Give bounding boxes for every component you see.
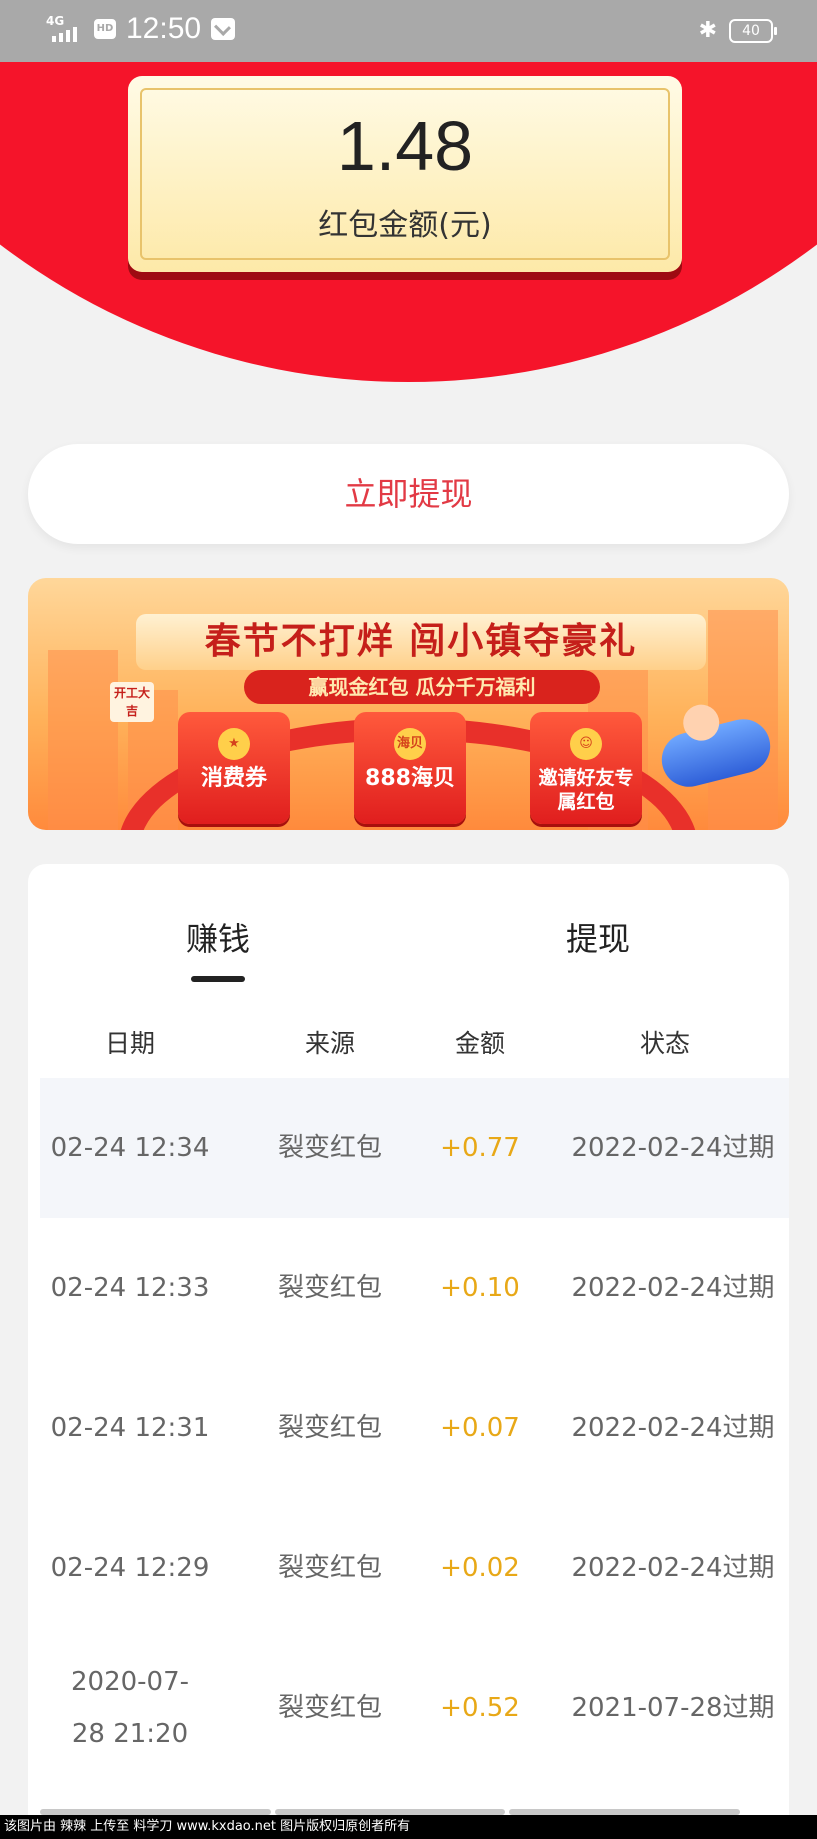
haibei-icon: 海贝 <box>394 728 426 760</box>
table-row: 02-24 12:31 裂变红包 +0.07 2022-02-24过期 <box>40 1358 789 1498</box>
watermark-text: 该图片由 辣辣 上传至 料学刀 www.kxdao.net 图片版权归原创者所有 <box>0 1815 817 1839</box>
envelope-label: 邀请好友专属红包 <box>538 767 634 813</box>
tab-withdraw[interactable]: 提现 <box>566 914 630 960</box>
table-row: 2020-07-28 21:20 裂变红包 +0.52 2021-07-28过期 <box>40 1638 789 1778</box>
row-source: 裂变红包 <box>277 1553 382 1583</box>
row-amount: +0.07 <box>440 1413 520 1443</box>
header-status: 状态 <box>639 1029 690 1058</box>
haibei-envelope[interactable]: 海贝 888海贝 <box>354 712 466 824</box>
table-row: 02-24 12:33 裂变红包 +0.10 2022-02-24过期 <box>40 1218 789 1358</box>
row-source: 裂变红包 <box>277 1133 382 1163</box>
header-area: 1.48 红包金额(元) <box>0 62 817 392</box>
row-amount: +0.02 <box>440 1553 520 1583</box>
row-status: 2022-02-24过期 <box>571 1273 775 1303</box>
table-row: 02-24 12:29 裂变红包 +0.02 2022-02-24过期 <box>40 1498 789 1638</box>
status-bar: 4G HD 12:50 ✱ 40 <box>0 0 817 62</box>
kaigong-badge: 开工大吉 <box>110 682 154 722</box>
banner-subtitle: 赢现金红包 瓜分千万福利 <box>244 670 600 704</box>
hd-icon: HD <box>94 19 116 39</box>
row-status: 2022-02-24过期 <box>571 1553 775 1583</box>
person-icon: ☺ <box>570 728 602 760</box>
row-status: 2022-02-24过期 <box>571 1413 775 1443</box>
records-card: 赚钱 提现 日期 来源 金额 状态 02-24 12:34 裂变红包 +0.77… <box>28 864 789 1839</box>
header-amount: 金额 <box>454 1029 505 1058</box>
building-decoration <box>48 650 118 830</box>
table-header: 日期 来源 金额 状态 <box>28 1014 789 1074</box>
tab-earn[interactable]: 赚钱 <box>186 914 250 960</box>
row-date: 02-24 12:33 <box>50 1273 210 1303</box>
balance-amount: 1.48 <box>336 107 474 185</box>
signal-icon: 4G <box>46 14 84 44</box>
row-status: 2022-02-24过期 <box>571 1133 775 1163</box>
promo-banner[interactable]: 春节不打烊 闯小镇夺豪礼 赢现金红包 瓜分千万福利 开工大吉 ★ 消费券 海贝 … <box>28 578 789 830</box>
row-source: 裂变红包 <box>277 1693 382 1723</box>
header-date: 日期 <box>104 1029 155 1058</box>
star-icon: ★ <box>218 728 250 760</box>
balance-label: 红包金额(元) <box>318 208 492 243</box>
row-status: 2021-07-28过期 <box>571 1693 775 1723</box>
header-source: 来源 <box>304 1029 355 1058</box>
active-tab-indicator <box>191 976 245 982</box>
row-source: 裂变红包 <box>277 1413 382 1443</box>
row-date: 2020-07-28 21:20 <box>70 1667 189 1749</box>
bluetooth-icon: ✱ <box>698 18 717 43</box>
row-amount: +0.10 <box>440 1273 520 1303</box>
invite-envelope[interactable]: ☺ 邀请好友专属红包 <box>530 712 642 824</box>
banner-title: 春节不打烊 闯小镇夺豪礼 <box>136 614 706 670</box>
row-date: 02-24 12:34 <box>50 1133 210 1163</box>
row-date: 02-24 12:29 <box>50 1553 210 1583</box>
row-date: 02-24 12:31 <box>50 1413 210 1443</box>
notification-icon <box>211 18 236 40</box>
balance-card: 1.48 红包金额(元) <box>128 76 682 272</box>
coupon-envelope[interactable]: ★ 消费券 <box>178 712 290 824</box>
battery-icon: 40 <box>729 18 777 43</box>
row-source: 裂变红包 <box>277 1273 382 1303</box>
row-amount: +0.52 <box>440 1693 520 1723</box>
table-row: 02-24 12:34 裂变红包 +0.77 2022-02-24过期 <box>40 1078 789 1218</box>
clock: 12:50 <box>126 12 202 45</box>
envelope-label: 888海贝 <box>365 766 455 791</box>
row-amount: +0.77 <box>440 1133 520 1163</box>
withdraw-now-button[interactable]: 立即提现 <box>28 444 789 544</box>
envelope-label: 消费券 <box>200 766 267 791</box>
